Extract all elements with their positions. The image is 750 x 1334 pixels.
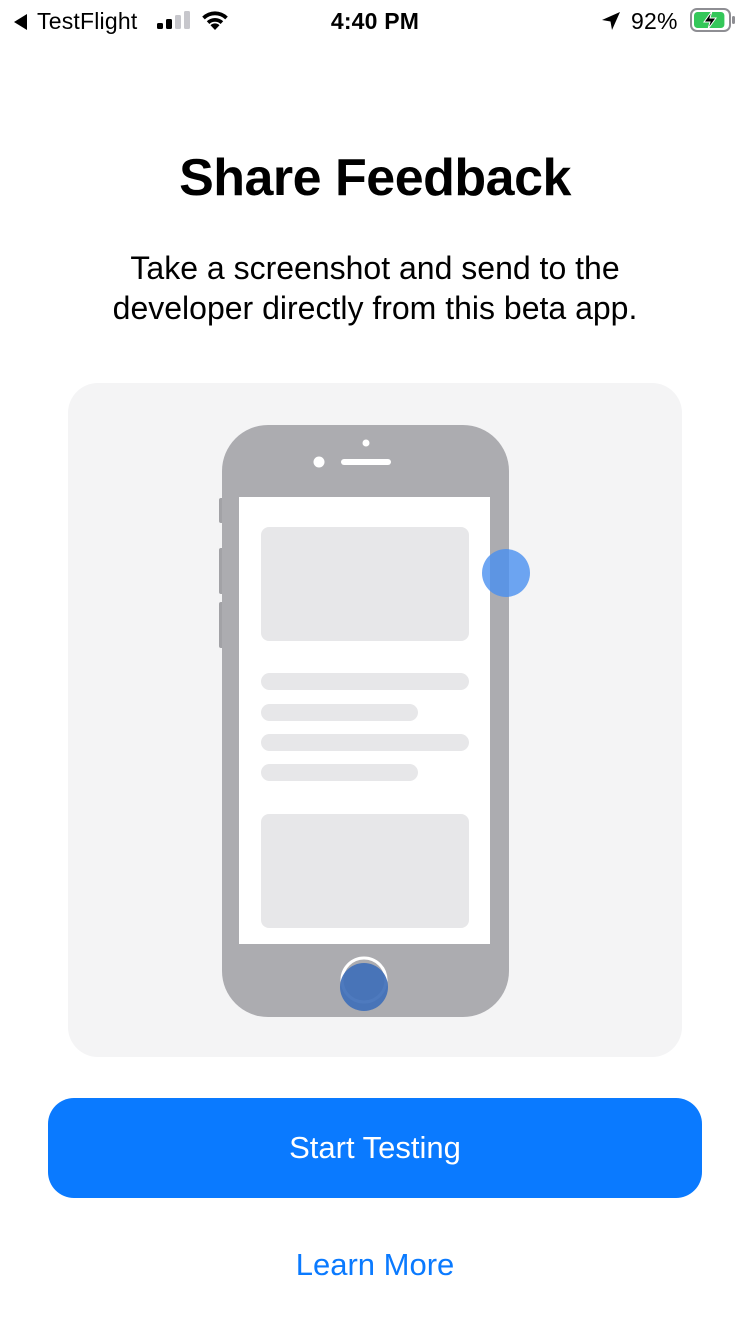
phone-illustration-icon <box>219 425 530 1017</box>
learn-more-link[interactable]: Learn More <box>0 1247 750 1283</box>
side-button-press-indicator <box>482 549 530 597</box>
page-title: Share Feedback <box>179 149 571 207</box>
battery-percentage: 92% <box>631 8 678 34</box>
battery-charging-icon <box>690 8 735 32</box>
page-subtitle: Take a screenshot and send to the develo… <box>112 250 638 326</box>
start-testing-button[interactable]: Start Testing <box>48 1098 702 1198</box>
location-arrow-icon <box>602 12 620 30</box>
illustration-card <box>68 383 682 1057</box>
testflight-onboarding-screen: TestFlight 4:40 PM 92% Share Feedback Ta… <box>0 0 750 1334</box>
home-button-press-indicator <box>340 963 388 1011</box>
status-bar: TestFlight 4:40 PM 92% <box>0 0 750 40</box>
